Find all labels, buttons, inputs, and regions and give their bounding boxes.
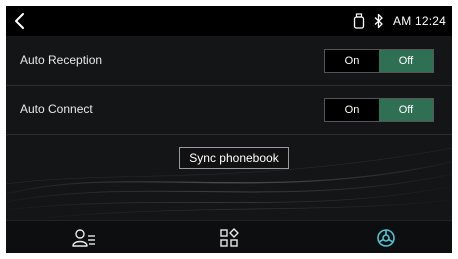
auto-reception-toggle[interactable]: On Off [324, 49, 434, 73]
auto-reception-row: Auto Reception On Off [6, 37, 452, 86]
auto-connect-on-button[interactable]: On [325, 99, 379, 121]
settings-icon[interactable] [356, 221, 416, 253]
sync-phonebook-button[interactable]: Sync phonebook [179, 147, 289, 169]
bluetooth-icon [373, 13, 385, 29]
status-bar: AM 12:24 [6, 6, 452, 36]
auto-reception-on-button[interactable]: On [325, 50, 379, 72]
back-arrow-icon[interactable] [10, 10, 32, 32]
apps-icon[interactable] [199, 221, 259, 253]
auto-reception-label: Auto Reception [20, 53, 103, 67]
auto-reception-off-button[interactable]: Off [379, 50, 433, 72]
screen: AM 12:24 Auto Reception On Off Auto Conn… [6, 6, 452, 253]
contacts-icon[interactable] [54, 221, 114, 253]
clock: AM 12:24 [393, 14, 446, 28]
usb-storage-icon [353, 13, 365, 29]
auto-connect-row: Auto Connect On Off [6, 86, 452, 135]
bottom-nav [6, 220, 452, 253]
auto-connect-label: Auto Connect [20, 102, 93, 116]
auto-connect-toggle[interactable]: On Off [324, 98, 434, 122]
status-icons: AM 12:24 [353, 6, 446, 36]
auto-connect-off-button[interactable]: Off [379, 99, 433, 121]
